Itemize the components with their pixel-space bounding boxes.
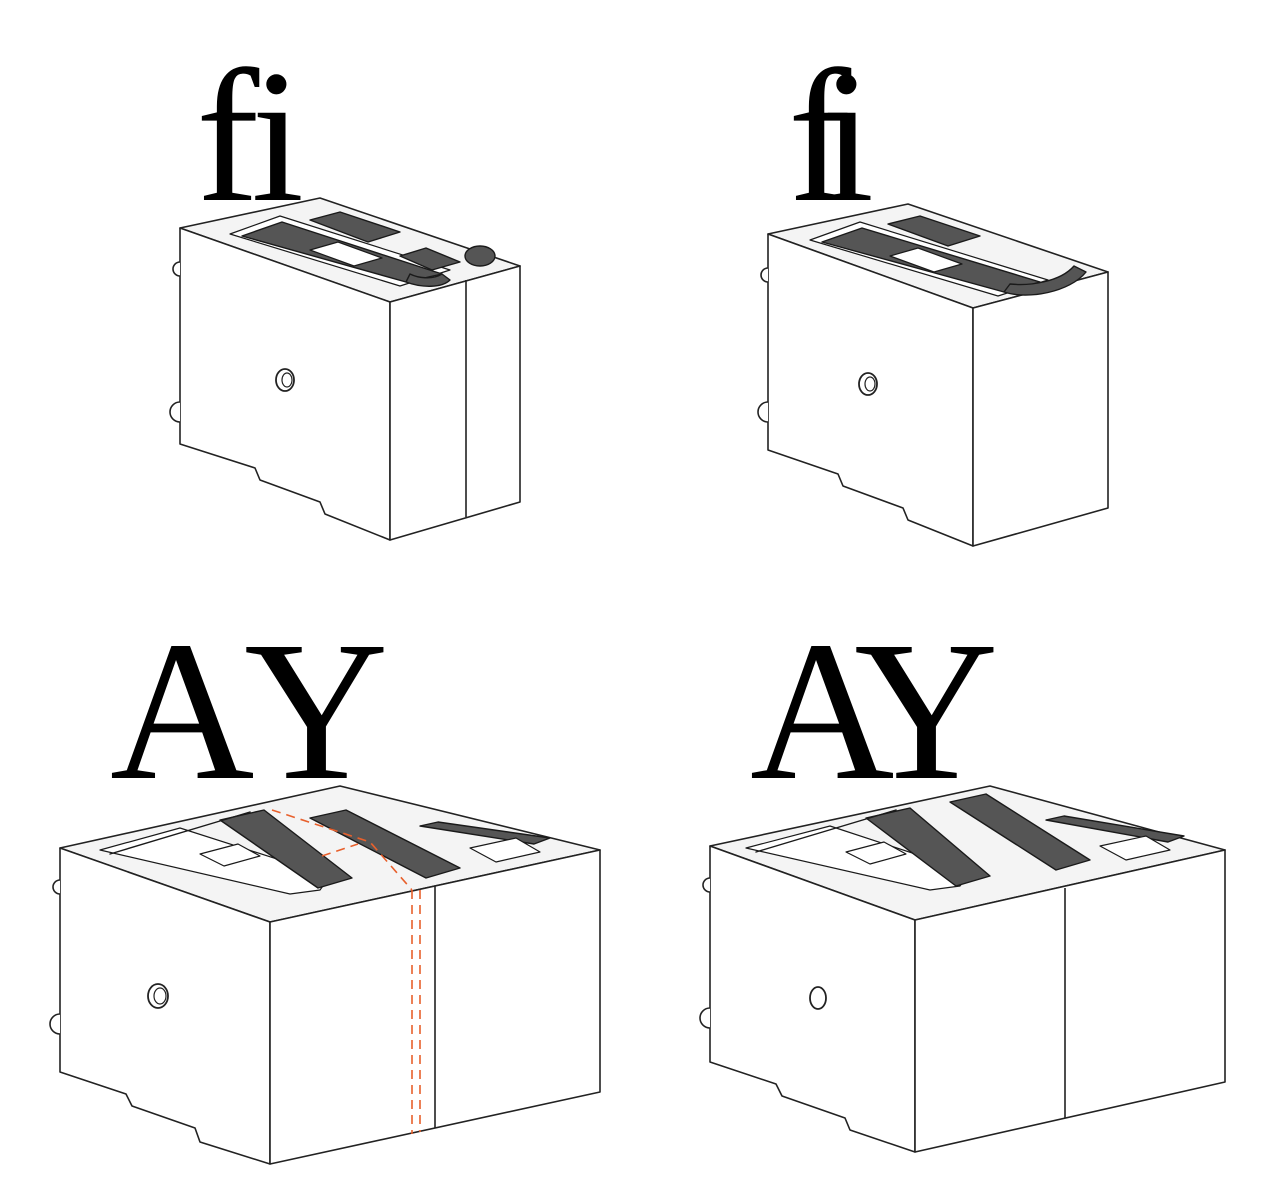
type-block-bottom-right <box>699 785 1226 1153</box>
nick-lower <box>699 1007 711 1029</box>
type-block-top-right <box>757 203 1109 547</box>
nick-upper <box>172 261 181 277</box>
nick-upper <box>702 877 711 893</box>
block-right-face <box>972 271 1109 547</box>
type-block-bottom-left <box>49 785 601 1165</box>
nick-lower <box>49 1013 61 1035</box>
nick-upper <box>52 879 61 895</box>
pin-mark <box>809 986 827 1010</box>
nick-upper <box>760 267 769 283</box>
type-block-top-left <box>169 197 521 541</box>
relief-i-dot <box>464 245 496 267</box>
block-right-face <box>389 265 521 541</box>
nick-lower <box>757 401 769 423</box>
nick-lower <box>169 401 181 423</box>
